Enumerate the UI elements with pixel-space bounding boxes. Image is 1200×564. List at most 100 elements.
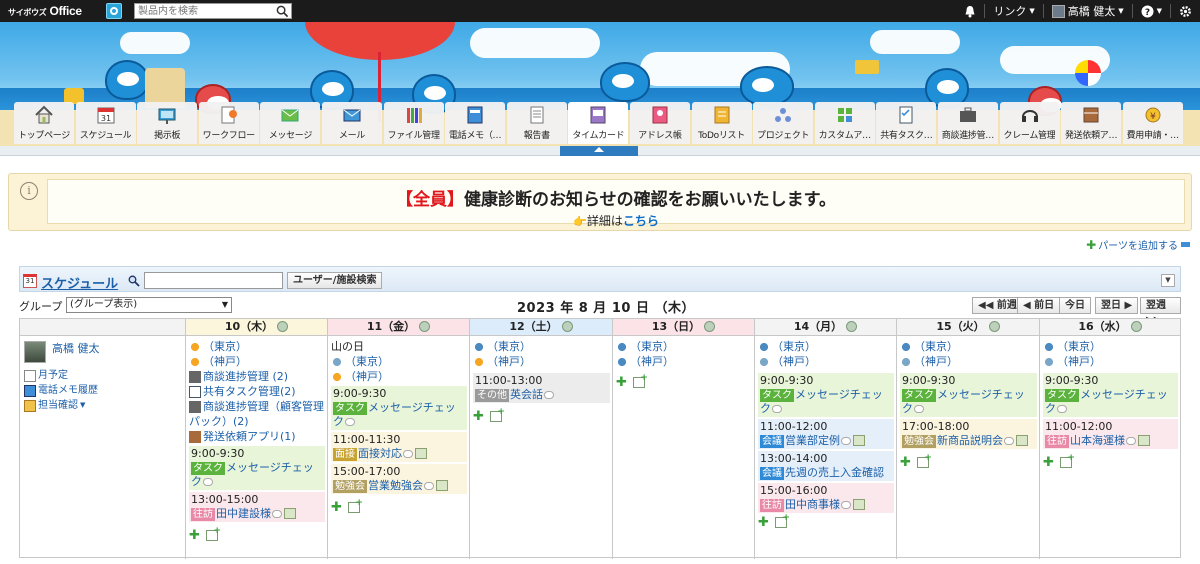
event-item[interactable]: 15:00-16:00 往訪 田中商事様	[758, 483, 894, 513]
rainy-icon	[473, 340, 485, 353]
nav-item-timecard[interactable]: タイムカード	[568, 102, 629, 144]
month-schedule-link[interactable]: 月予定	[24, 368, 181, 383]
assignment-check-link[interactable]: 担当確認 ▼	[24, 398, 181, 413]
notice-panel: i 【全員】健康診断のお知らせの確認をお願いいたします。 👉詳細はこちら	[8, 173, 1192, 231]
nav-item-mail[interactable]: メール	[321, 102, 382, 144]
search-icon[interactable]	[276, 5, 289, 18]
notice-detail-link[interactable]: こちら	[623, 214, 659, 228]
nav-item-todo[interactable]: ToDoリスト	[691, 102, 752, 144]
nav-item-message[interactable]: メッセージ	[260, 102, 321, 144]
schedule-search-input[interactable]	[144, 272, 283, 289]
check-icon	[24, 399, 36, 412]
calendar-icon: 31	[23, 274, 37, 288]
app-notice-shared-task[interactable]: 共有タスク管理(2)	[189, 384, 325, 399]
cloudy-icon	[758, 355, 770, 368]
app-menu-icon[interactable]	[106, 3, 122, 19]
nav-item-top[interactable]: トップページ	[14, 102, 74, 144]
schedule-title-link[interactable]: スケジュール	[41, 273, 118, 292]
day-header-14[interactable]: 14（月）	[755, 319, 896, 336]
facility-icon	[1016, 435, 1028, 446]
link-menu[interactable]: リンク ▼	[985, 0, 1042, 22]
event-item[interactable]: 9:00-9:30 タスク メッセージチェッ ク	[1043, 373, 1178, 417]
day-header-16[interactable]: 16（水）	[1040, 319, 1180, 336]
event-item[interactable]: 15:00-17:00 勉強会 営業勉強会	[331, 464, 467, 494]
nav-item-address-book[interactable]: アドレス帳	[629, 102, 690, 144]
beach-ball-icon	[1075, 60, 1101, 86]
settings-gear-icon[interactable]	[1171, 0, 1200, 22]
event-item[interactable]: 11:00-12:00 会議 営業部定例	[758, 419, 894, 449]
nav-item-expense[interactable]: ¥ 費用申請・…	[1122, 102, 1183, 144]
add-note-icon[interactable]	[916, 453, 932, 468]
add-note-icon[interactable]	[489, 407, 505, 422]
add-note-icon[interactable]	[774, 513, 790, 528]
svg-text:?: ?	[1144, 8, 1149, 18]
add-event-icon[interactable]: ✚	[473, 409, 484, 424]
add-event-icon[interactable]: ✚	[189, 528, 200, 543]
app-notice-shipping[interactable]: 発送依頼アプリ(1)	[189, 429, 325, 444]
nav-item-claim[interactable]: クレーム管理	[999, 102, 1060, 144]
event-item[interactable]: 13:00-14:00 会議 先週の売上入金確認	[758, 451, 894, 481]
add-note-icon[interactable]	[632, 373, 648, 388]
nav-item-custom-app[interactable]: カスタムア…	[814, 102, 875, 144]
day-header-12[interactable]: 12（土）	[470, 319, 612, 336]
nav-item-board[interactable]: 掲示板	[137, 102, 198, 144]
prev-week-button[interactable]: ◀◀ 前週	[972, 297, 1023, 314]
user-menu[interactable]: 高橋 健太 ▼	[1044, 0, 1132, 22]
add-event-icon[interactable]: ✚	[616, 375, 627, 390]
event-item[interactable]: 11:00-12:00 往訪 山本海運様	[1043, 419, 1178, 449]
nav-item-deal[interactable]: 商談進捗管…	[937, 102, 998, 144]
phone-memo-history-link[interactable]: 電話メモ履歴	[24, 383, 181, 398]
nav-item-project[interactable]: プロジェクト	[753, 102, 814, 144]
repeat-icon	[914, 405, 924, 413]
nav-item-phone-memo[interactable]: 電話メモ（…	[445, 102, 506, 144]
cybozu-office-logo[interactable]: サイボウズ Office	[8, 4, 100, 18]
nav-item-file[interactable]: ファイル管理	[383, 102, 444, 144]
user-facility-search-button[interactable]: ユーザー/施設検索	[287, 272, 383, 289]
add-event-icon[interactable]: ✚	[1043, 455, 1054, 470]
event-item[interactable]: 9:00-9:30 タスク メッセージチェッ ク	[900, 373, 1037, 417]
add-event-icon[interactable]: ✚	[758, 515, 769, 530]
event-item[interactable]: 11:00-11:30 面接 面接対応	[331, 432, 467, 462]
product-search-input[interactable]	[135, 4, 265, 18]
nav-item-shared-task[interactable]: 共有タスク…	[876, 102, 937, 144]
chevron-down-icon: ▼	[1029, 7, 1035, 15]
nav-item-schedule[interactable]: 31 スケジュール	[75, 102, 136, 144]
day-header-15[interactable]: 15（火）	[897, 319, 1039, 336]
event-item[interactable]: 9:00-9:30 タスク メッセージチェッ ク	[758, 373, 894, 417]
nav-item-shipping[interactable]: 発送依頼ア…	[1061, 102, 1122, 144]
help-menu[interactable]: ? ▼	[1133, 0, 1170, 22]
add-event-icon[interactable]: ✚	[331, 500, 342, 515]
nav-expand-toggle[interactable]	[560, 146, 638, 156]
schedule-portlet: 31 スケジュール ユーザー/施設検索 ▼ グループ (グループ表示) ▼ 202…	[19, 264, 1181, 564]
day-header-11[interactable]: 11（金）	[328, 319, 469, 336]
add-parts-link[interactable]: ✚ パーツを追加する	[1086, 237, 1190, 252]
nav-item-report[interactable]: 報告書	[506, 102, 567, 144]
add-note-icon[interactable]	[1059, 453, 1075, 468]
event-item[interactable]: 13:00-15:00 往訪 田中建設様	[189, 492, 325, 522]
add-note-icon[interactable]	[205, 526, 221, 541]
repeat-icon	[424, 482, 434, 490]
next-week-button[interactable]: 翌週 ▶▶	[1140, 297, 1181, 326]
holiday-label: 山の日	[331, 340, 364, 353]
group-select[interactable]: (グループ表示) ▼	[66, 297, 232, 313]
day-header-10[interactable]: 10（木）	[186, 319, 327, 336]
event-item[interactable]: 9:00-9:30 タスク メッセージチェッ ク	[189, 446, 325, 490]
today-button[interactable]: 今日	[1059, 297, 1091, 314]
app-notice-deal-customer[interactable]: 商談進捗管理（顧客管理	[189, 399, 325, 414]
event-item[interactable]: 11:00-13:00 その他 英会話	[473, 373, 610, 403]
prev-day-button[interactable]: ◀ 前日	[1017, 297, 1061, 314]
event-item[interactable]: 9:00-9:30 タスク メッセージチェッ ク	[331, 386, 467, 430]
nav-item-workflow[interactable]: ワークフロー	[198, 102, 259, 144]
app-notice-deal[interactable]: 商談進捗管理 (2)	[189, 369, 325, 384]
notification-bell-icon[interactable]	[956, 0, 984, 22]
next-day-button[interactable]: 翌日 ▶	[1095, 297, 1139, 314]
globe-icon	[419, 321, 431, 332]
add-note-icon[interactable]	[347, 498, 363, 513]
event-item[interactable]: 17:00-18:00 勉強会 新商品説明会	[900, 419, 1037, 449]
add-event-icon[interactable]: ✚	[900, 455, 911, 470]
rainy-icon	[616, 340, 628, 353]
chevron-down-icon[interactable]: ▼	[1161, 274, 1175, 287]
day-header-13[interactable]: 13（日）	[613, 319, 754, 336]
user-name-link[interactable]: 高橋 健太	[52, 340, 100, 356]
globe-icon	[704, 321, 716, 332]
